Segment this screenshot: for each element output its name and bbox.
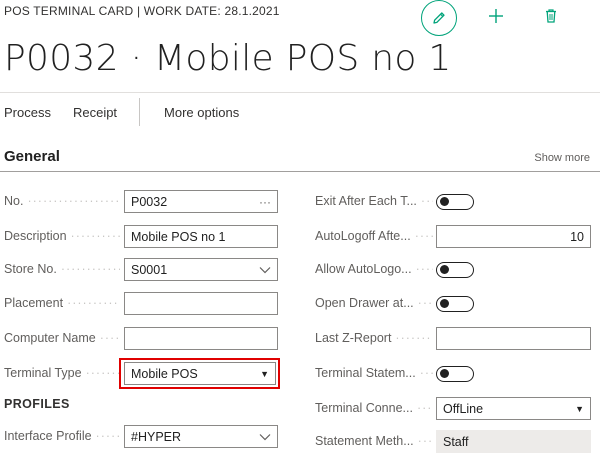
field-label-open-drawer: Open Drawer at...·····	[315, 296, 433, 310]
last-z-report-field[interactable]	[436, 327, 591, 350]
field-label-statement-method: Statement Meth...·····	[315, 434, 433, 448]
trash-icon	[546, 9, 556, 23]
dropdown-arrow-icon[interactable]: ▼	[575, 404, 584, 414]
terminal-statement-toggle[interactable]	[436, 366, 474, 382]
page-title: P0032 · Mobile POS no 1	[4, 38, 452, 79]
placement-field[interactable]	[124, 292, 278, 315]
new-button[interactable]	[482, 2, 510, 30]
action-more-options[interactable]: More options	[164, 105, 239, 120]
assist-edit-button[interactable]: ···	[259, 195, 271, 209]
field-label-computer-name: Computer Name··················	[4, 331, 120, 345]
action-bar: Process Receipt More options	[4, 98, 239, 126]
chevron-down-icon[interactable]	[259, 433, 271, 441]
field-label-store-no: Store No.··················	[4, 262, 120, 276]
allow-autologoff-toggle[interactable]	[436, 262, 474, 278]
field-label-allow-autologoff: Allow AutoLogo...·····	[315, 262, 433, 276]
card-caption: POS TERMINAL CARD | WORK DATE: 28.1.2021	[4, 4, 280, 18]
field-label-autologoff-after: AutoLogoff Afte...·····	[315, 229, 433, 243]
section-title-general[interactable]: General	[4, 148, 60, 165]
edit-button[interactable]	[421, 0, 457, 36]
field-label-terminal-connection: Terminal Conne...·····	[315, 401, 433, 415]
description-field[interactable]: Mobile POS no 1	[124, 225, 278, 248]
no-field[interactable]: P0032 ···	[124, 190, 278, 213]
dropdown-arrow-icon[interactable]: ▼	[260, 369, 269, 379]
field-label-terminal-statement: Terminal Statem...·····	[315, 366, 433, 380]
toggle-knob	[440, 369, 449, 378]
action-separator	[139, 98, 141, 126]
statement-method-field: Staff	[436, 430, 591, 453]
show-more-link[interactable]: Show more	[534, 152, 590, 164]
field-label-interface-profile: Interface Profile··················	[4, 429, 120, 443]
chevron-down-icon[interactable]	[259, 266, 271, 274]
field-label-placement: Placement··················	[4, 296, 120, 310]
pencil-icon	[433, 12, 445, 24]
toggle-knob	[440, 299, 449, 308]
store-no-field[interactable]: S0001	[124, 258, 278, 281]
action-receipt[interactable]: Receipt	[73, 105, 117, 120]
computer-name-field[interactable]	[124, 327, 278, 350]
terminal-connection-select[interactable]: OffLine ▼	[436, 397, 591, 420]
toggle-knob	[440, 265, 449, 274]
field-label-description: Description··················	[4, 229, 120, 243]
field-label-exit-after-each: Exit After Each T...·····	[315, 194, 433, 208]
action-process[interactable]: Process	[4, 105, 51, 120]
terminal-type-select[interactable]: Mobile POS ▼	[124, 362, 276, 385]
profiles-heading: PROFILES	[4, 397, 70, 411]
interface-profile-field[interactable]: #HYPER	[124, 425, 278, 448]
toggle-knob	[440, 197, 449, 206]
section-divider	[0, 171, 600, 172]
field-label-last-z-report: Last Z-Report···········	[315, 331, 433, 345]
field-label-terminal-type: Terminal Type··················	[4, 366, 120, 380]
delete-button[interactable]	[537, 2, 565, 30]
plus-icon	[489, 9, 503, 23]
field-label-no: No. ··················	[4, 194, 120, 208]
header-divider	[0, 92, 600, 93]
autologoff-after-field[interactable]: 10	[436, 225, 591, 248]
open-drawer-toggle[interactable]	[436, 296, 474, 312]
exit-after-each-toggle[interactable]	[436, 194, 474, 210]
